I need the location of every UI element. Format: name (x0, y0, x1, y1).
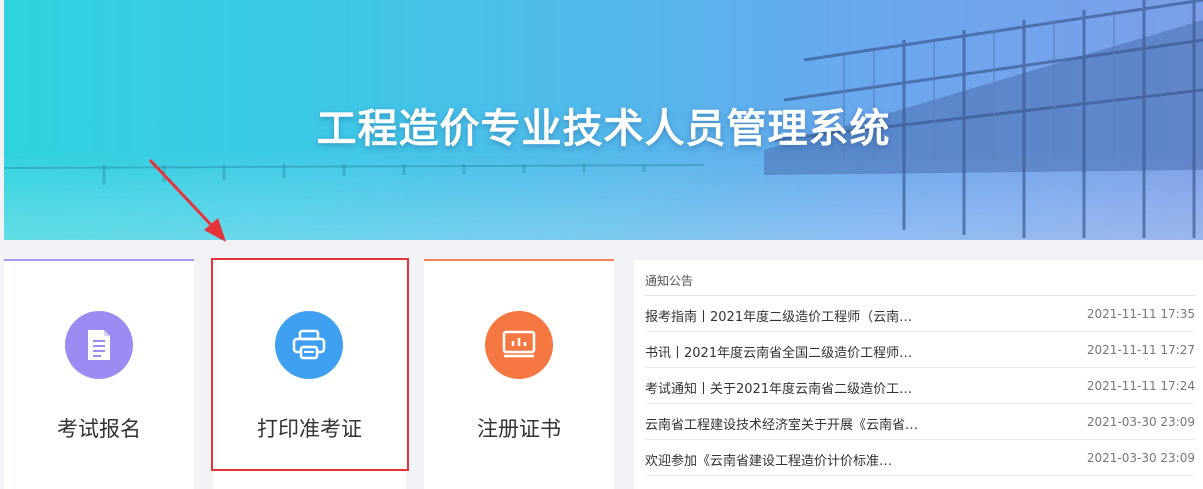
notice-item-date: 2021-11-11 17:27 (1086, 343, 1195, 357)
card-registration-certificate[interactable]: 注册证书 (424, 259, 614, 489)
notice-item-date: 2021-03-30 23:09 (1086, 415, 1195, 429)
card-exam-registration[interactable]: 考试报名 (4, 259, 194, 489)
notice-item-date: 2021-11-11 17:24 (1086, 379, 1195, 393)
notice-item[interactable]: 欢迎参加《云南省建设工程造价计价标准… 2021-03-30 23:09 (645, 440, 1195, 476)
card-label: 考试报名 (57, 417, 141, 441)
notice-item[interactable]: 书讯丨2021年度云南省全国二级造价工程师… 2021-11-11 17:27 (645, 332, 1195, 368)
document-icon (65, 311, 133, 379)
banner: 工程造价专业技术人员管理系统 (4, 0, 1203, 240)
page: 工程造价专业技术人员管理系统 考试报名 打印准考证 注册证书 通知公告 报考指南… (0, 0, 1203, 489)
notice-list: 报考指南丨2021年度二级造价工程师（云南… 2021-11-11 17:35 … (645, 296, 1195, 476)
notice-item[interactable]: 报考指南丨2021年度二级造价工程师（云南… 2021-11-11 17:35 (645, 296, 1195, 332)
notice-item-title[interactable]: 欢迎参加《云南省建设工程造价计价标准… (645, 450, 892, 469)
notice-panel: 通知公告 报考指南丨2021年度二级造价工程师（云南… 2021-11-11 1… (634, 260, 1203, 489)
notice-item-title[interactable]: 云南省工程建设技术经济室关于开展《云南省… (645, 414, 918, 433)
notice-item[interactable]: 云南省工程建设技术经济室关于开展《云南省… 2021-03-30 23:09 (645, 404, 1195, 440)
page-title: 工程造价专业技术人员管理系统 (316, 106, 891, 152)
notice-item-date: 2021-11-11 17:35 (1086, 307, 1195, 321)
notice-title: 通知公告 (645, 274, 694, 288)
certificate-icon (485, 311, 553, 379)
notice-item-date: 2021-03-30 23:09 (1086, 451, 1195, 465)
notice-item-title[interactable]: 考试通知丨关于2021年度云南省二级造价工… (645, 378, 912, 397)
highlight-box (211, 258, 409, 471)
notice-item[interactable]: 考试通知丨关于2021年度云南省二级造价工… 2021-11-11 17:24 (645, 368, 1195, 404)
notice-item-title[interactable]: 报考指南丨2021年度二级造价工程师（云南… (645, 306, 912, 325)
card-label: 注册证书 (477, 417, 561, 441)
notice-item-title[interactable]: 书讯丨2021年度云南省全国二级造价工程师… (645, 342, 912, 361)
